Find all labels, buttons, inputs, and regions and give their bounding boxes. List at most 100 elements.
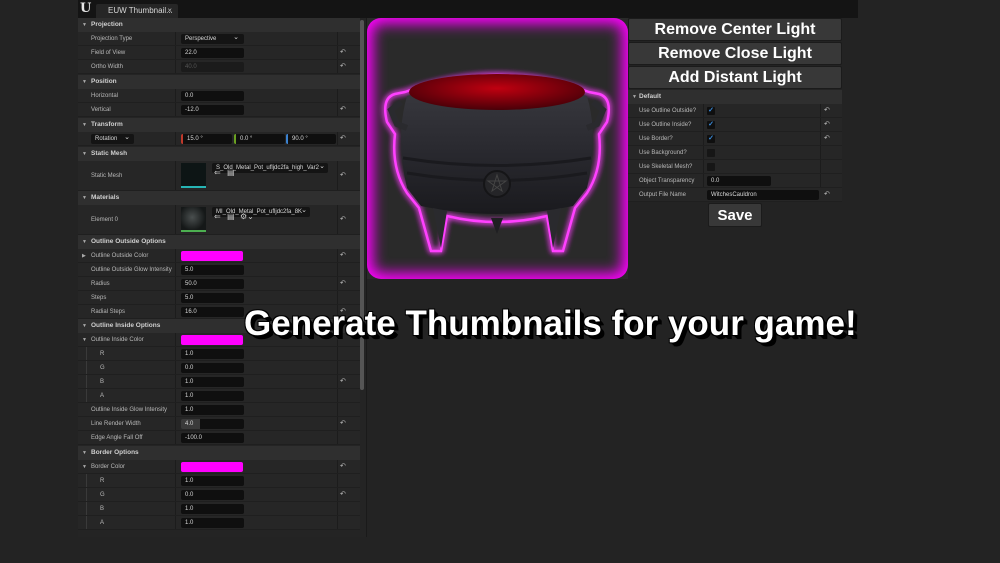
reset-icon[interactable]: ↶: [340, 161, 346, 191]
property-label: Output File Name: [639, 192, 687, 198]
expand-icon[interactable]: ▶: [82, 249, 86, 263]
category-materials[interactable]: ▼ Materials: [78, 191, 360, 205]
mesh-thumbnail[interactable]: [181, 163, 206, 188]
reset-icon[interactable]: ↶: [824, 188, 830, 202]
browse-icon[interactable]: ▤: [227, 212, 235, 222]
property-label: B: [100, 506, 105, 512]
collapse-icon: ▼: [82, 450, 87, 456]
border-a-input[interactable]: 1.0: [181, 518, 244, 528]
border-r-input[interactable]: 1.0: [181, 476, 244, 486]
output-file-name-input[interactable]: WitchesCauldron: [707, 190, 819, 200]
outline-outside-color-swatch[interactable]: [181, 251, 243, 261]
property-label: Use Skeletal Mesh?: [639, 164, 693, 170]
ortho-width-input[interactable]: 40.0: [181, 62, 244, 72]
rotation-x-input[interactable]: 15.0 °: [181, 134, 232, 144]
collapse-icon[interactable]: ▼: [82, 333, 87, 347]
rotation-z-input[interactable]: 90.0 °: [286, 134, 336, 144]
tab-label: EUW Thumbnail...: [108, 6, 173, 15]
reset-icon[interactable]: ↶: [340, 46, 346, 60]
property-label: Outline Inside Glow Intensity: [91, 407, 168, 413]
property-label: Use Border?: [639, 136, 673, 142]
row-static-mesh: Static Mesh S_Old_Metal_Pot_ufljdc2fa_hi…: [78, 161, 360, 191]
remove-close-light-button[interactable]: Remove Close Light: [628, 42, 842, 65]
use-selected-icon[interactable]: ⇐: [214, 212, 221, 222]
projection-type-dropdown[interactable]: Perspective ⌄: [181, 34, 244, 44]
material-options-icon[interactable]: ⚙⌄: [240, 212, 254, 222]
use-selected-icon[interactable]: ⇐: [214, 168, 221, 178]
remove-center-light-button[interactable]: Remove Center Light: [628, 18, 842, 41]
object-transparency-input[interactable]: 0.0: [707, 176, 771, 186]
property-label: Static Mesh: [91, 173, 123, 179]
border-color-swatch[interactable]: [181, 462, 243, 472]
reset-icon[interactable]: ↶: [340, 205, 346, 235]
inside-b-input[interactable]: 1.0: [181, 377, 244, 387]
property-label: A: [100, 393, 105, 399]
add-distant-light-button[interactable]: Add Distant Light: [628, 66, 842, 89]
category-default[interactable]: ▼ Default: [628, 90, 842, 104]
reset-icon[interactable]: ↶: [824, 132, 830, 146]
chevron-down-icon: ⌄: [319, 163, 325, 170]
category-border[interactable]: ▼ Border Options: [78, 446, 360, 460]
outline-inside-color-swatch[interactable]: [181, 335, 243, 345]
property-label: Outline Inside Color: [91, 337, 144, 343]
save-button[interactable]: Save: [708, 203, 762, 227]
inside-r-input[interactable]: 1.0: [181, 349, 244, 359]
property-label: Line Render Width: [91, 421, 141, 427]
category-static-mesh[interactable]: ▼ Static Mesh: [78, 147, 360, 161]
category-projection[interactable]: ▼ Projection: [78, 18, 360, 32]
row-ortho-width: Ortho Width 40.0 ↶: [78, 60, 360, 74]
use-background-checkbox[interactable]: [707, 149, 715, 157]
radius-input[interactable]: 50.0: [181, 279, 244, 289]
collapse-icon[interactable]: ▼: [82, 460, 87, 474]
steps-input[interactable]: 5.0: [181, 293, 244, 303]
row-use-skeletal-mesh: Use Skeletal Mesh?: [628, 160, 842, 174]
property-label: Field of View: [91, 50, 126, 56]
reset-icon[interactable]: ↶: [340, 249, 346, 263]
row-use-background: Use Background?: [628, 146, 842, 160]
tab-euw-thumbnail[interactable]: EUW Thumbnail... ×: [96, 4, 178, 18]
reset-icon[interactable]: ↶: [340, 277, 346, 291]
reset-icon[interactable]: ↶: [340, 460, 346, 474]
border-b-input[interactable]: 1.0: [181, 504, 244, 514]
reset-icon[interactable]: ↶: [340, 375, 346, 389]
property-label: Horizontal: [91, 93, 119, 99]
row-use-outline-inside: Use Outline Inside? ✓ ↶: [628, 118, 842, 132]
reset-icon[interactable]: ↶: [824, 104, 830, 118]
edge-angle-input[interactable]: -100.0: [181, 433, 244, 443]
row-border-r: R 1.0: [78, 474, 360, 488]
reset-icon[interactable]: ↶: [340, 417, 346, 431]
use-outline-outside-checkbox[interactable]: ✓: [707, 107, 715, 115]
reset-icon[interactable]: ↶: [340, 488, 346, 502]
border-g-input[interactable]: 0.0: [181, 490, 244, 500]
row-border-b: B 1.0: [78, 502, 360, 516]
inside-g-input[interactable]: 0.0: [181, 363, 244, 373]
row-element-0: Element 0 MI_Old_Metal_Pot_ufljdc2fa_8K ⌄…: [78, 205, 360, 235]
reset-icon[interactable]: ↶: [824, 118, 830, 132]
tab-close-icon[interactable]: ×: [167, 4, 172, 18]
line-render-width-input[interactable]: 4.0: [181, 419, 244, 429]
reset-icon[interactable]: ↶: [340, 60, 346, 74]
vertical-input[interactable]: -12.0: [181, 105, 244, 115]
dropdown-value: Rotation: [95, 136, 118, 142]
inside-a-input[interactable]: 1.0: [181, 391, 244, 401]
rotation-y-input[interactable]: 0.0 °: [234, 134, 285, 144]
reset-icon[interactable]: ↶: [340, 132, 346, 146]
use-skeletal-mesh-checkbox[interactable]: [707, 163, 715, 171]
category-position[interactable]: ▼ Position: [78, 75, 360, 89]
collapse-icon: ▼: [82, 122, 87, 128]
inside-glow-input[interactable]: 1.0: [181, 405, 244, 415]
row-output-file-name: Output File Name WitchesCauldron ↶: [628, 188, 842, 202]
reset-icon[interactable]: ↶: [340, 103, 346, 117]
transform-mode-dropdown[interactable]: Rotation ⌄: [91, 134, 134, 144]
category-outline-outside[interactable]: ▼ Outline Outside Options: [78, 235, 360, 249]
horizontal-input[interactable]: 0.0: [181, 91, 244, 101]
category-label: Projection: [91, 21, 123, 28]
radial-steps-input[interactable]: 16.0: [181, 307, 244, 317]
field-of-view-input[interactable]: 22.0: [181, 48, 244, 58]
use-outline-inside-checkbox[interactable]: ✓: [707, 121, 715, 129]
category-transform[interactable]: ▼ Transform: [78, 118, 360, 132]
browse-icon[interactable]: ▤: [227, 168, 235, 178]
material-thumbnail[interactable]: [181, 207, 206, 232]
use-border-checkbox[interactable]: ✓: [707, 135, 715, 143]
outline-outside-glow-input[interactable]: 5.0: [181, 265, 244, 275]
